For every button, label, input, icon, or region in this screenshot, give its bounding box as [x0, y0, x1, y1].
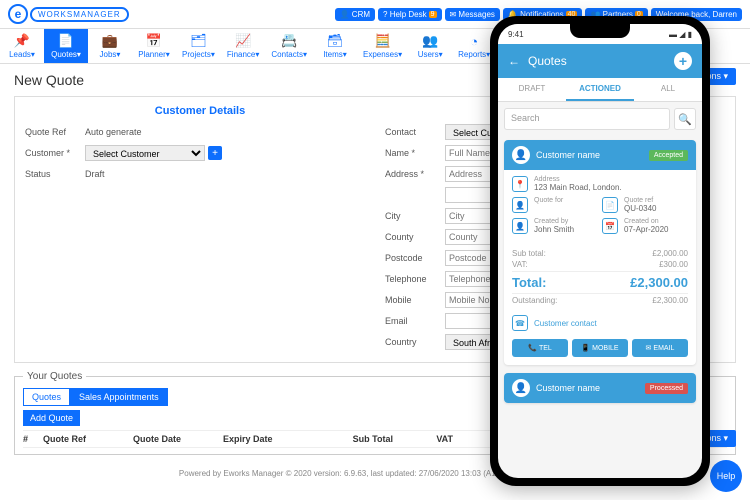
name-label: Name * — [385, 148, 445, 158]
avatar-icon: 👤 — [512, 146, 530, 164]
logo-icon: e — [8, 4, 28, 24]
quote-card[interactable]: 👤 Customer name Accepted 📍 Address123 Ma… — [504, 140, 696, 365]
status-label: Status — [25, 169, 85, 179]
logo: e WORKSMANAGER — [8, 4, 129, 24]
user2-icon: 👤 — [512, 218, 528, 234]
nav-projects[interactable]: 🗂Projects▾ — [176, 29, 221, 63]
customer-select[interactable]: Select Customer — [85, 145, 205, 161]
postcode-label: Postcode — [385, 253, 445, 263]
status-value: Draft — [85, 169, 105, 179]
help-button[interactable]: Help — [710, 460, 742, 492]
nav-finance[interactable]: 📈Finance▾ — [221, 29, 265, 63]
tab-quotes[interactable]: Quotes — [23, 388, 70, 406]
col-num: # — [23, 434, 43, 444]
col-date: Quote Date — [133, 434, 223, 444]
email-button[interactable]: ✉ EMAIL — [632, 339, 688, 357]
app-title: Quotes — [528, 54, 567, 68]
nav-users[interactable]: 👥Users▾ — [408, 29, 452, 63]
calendar-icon: 📅 — [602, 218, 618, 234]
country-label: Country — [385, 337, 445, 347]
add-customer-button[interactable]: + — [208, 146, 222, 160]
customer-column: Quote RefAuto generate Customer *Select … — [25, 123, 365, 354]
customer-name-2: Customer name — [536, 383, 600, 393]
tab-sales-appointments[interactable]: Sales Appointments — [70, 388, 168, 406]
nav-jobs[interactable]: 💼Jobs▾ — [88, 29, 132, 63]
user-icon: 👤 — [512, 197, 528, 213]
customer-name: Customer name — [536, 150, 600, 160]
col-ref: Quote Ref — [43, 434, 133, 444]
app-tab-draft[interactable]: DRAFT — [498, 78, 566, 101]
contact-label: Customer contact — [534, 319, 597, 328]
phone-notch — [570, 24, 630, 38]
customer-details-header: Customer Details — [25, 105, 375, 117]
back-icon[interactable]: ← — [508, 54, 520, 68]
phone-time: 9:41 — [508, 30, 524, 39]
city-label: City — [385, 211, 445, 221]
add-quote-icon[interactable]: + — [674, 52, 692, 70]
top-pill[interactable]: 👤 CRM — [335, 8, 375, 21]
tel-button[interactable]: 📞 TEL — [512, 339, 568, 357]
search-input[interactable]: Search — [504, 108, 670, 130]
add-quote-button[interactable]: Add Quote — [23, 410, 80, 426]
county-label: County — [385, 232, 445, 242]
nav-quotes[interactable]: 📄Quotes▾ — [44, 29, 88, 63]
phone-circle-icon: ☎ — [512, 315, 528, 331]
mobile-button[interactable]: 📱 MOBILE — [572, 339, 628, 357]
signal-icon: ▬ ◢ ▮ — [669, 30, 692, 39]
nav-planner[interactable]: 📅Planner▾ — [132, 29, 176, 63]
status-badge: Accepted — [649, 150, 688, 161]
doc-icon: 📄 — [602, 197, 618, 213]
quote-ref-label: Quote Ref — [25, 127, 85, 137]
customer-label: Customer * — [25, 148, 85, 158]
top-pill[interactable]: ✉ Messages — [445, 8, 500, 21]
address-label: Address * — [385, 169, 445, 179]
col-subtotal: Sub Total — [313, 434, 393, 444]
col-vat: VAT — [393, 434, 453, 444]
app-tabs: DRAFTACTIONEDALL — [498, 78, 702, 102]
nav-expenses[interactable]: 🧮Expenses▾ — [357, 29, 408, 63]
nav-items[interactable]: 🗃Items▾ — [313, 29, 357, 63]
col-expiry: Expiry Date — [223, 434, 313, 444]
search-icon[interactable]: 🔍 — [674, 108, 696, 130]
logo-text: WORKSMANAGER — [30, 7, 129, 22]
phone-mockup: 9:41 ▬ ◢ ▮ ← Quotes + DRAFTACTIONEDALL S… — [490, 16, 710, 486]
contact-label: Contact — [385, 127, 445, 137]
quote-ref-value: Auto generate — [85, 127, 142, 137]
app-header: ← Quotes + — [498, 44, 702, 78]
quote-card-2[interactable]: 👤 Customer name Processed — [504, 373, 696, 403]
pin-icon: 📍 — [512, 176, 528, 192]
email-label: Email — [385, 316, 445, 326]
nav-contacts[interactable]: 📇Contacts▾ — [265, 29, 313, 63]
avatar-icon: 👤 — [512, 379, 530, 397]
telephone-label: Telephone — [385, 274, 445, 284]
nav-leads[interactable]: 📌Leads▾ — [0, 29, 44, 63]
top-pill[interactable]: ? Help Desk9 — [378, 8, 441, 21]
your-quotes-legend: Your Quotes — [23, 371, 86, 382]
app-tab-actioned[interactable]: ACTIONED — [566, 78, 634, 101]
app-tab-all[interactable]: ALL — [634, 78, 702, 101]
mobile-label: Mobile — [385, 295, 445, 305]
status-badge-2: Processed — [645, 383, 688, 394]
